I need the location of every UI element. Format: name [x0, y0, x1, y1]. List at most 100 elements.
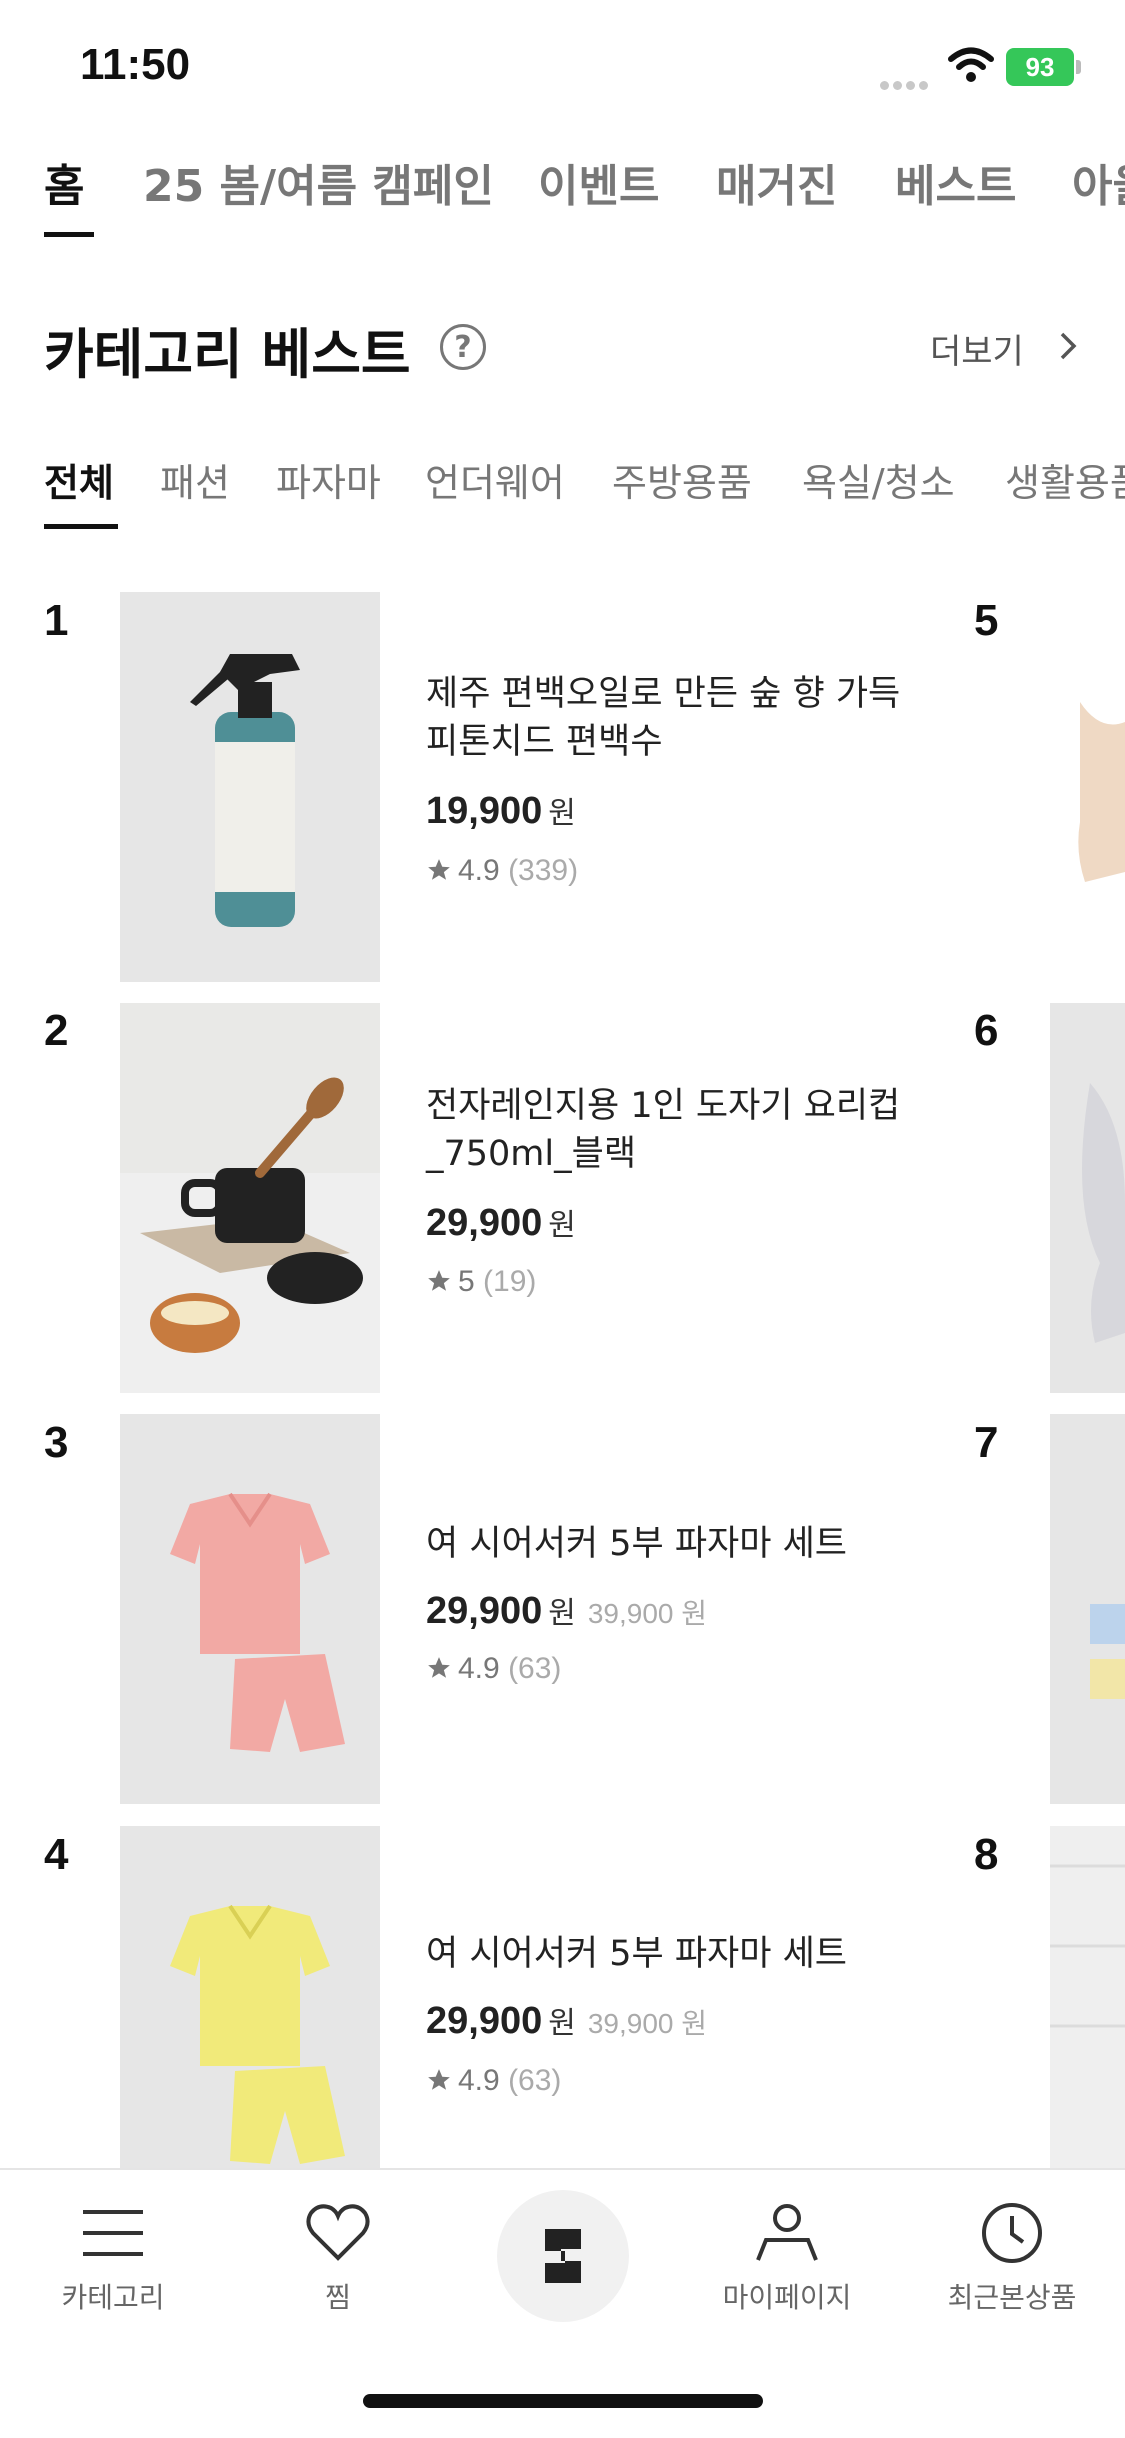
- chevron-right-icon[interactable]: [1054, 326, 1084, 366]
- category-tab-bath[interactable]: 욕실/청소: [802, 452, 955, 507]
- menu-icon: [83, 2210, 143, 2256]
- nav-label: 최근본상품: [947, 2281, 1077, 2314]
- tab-outlet[interactable]: 아울: [1072, 150, 1125, 214]
- price-value: 29,900: [426, 1202, 543, 1244]
- rank-number: 8: [974, 1830, 999, 1879]
- nav-label: 카테고리: [61, 2281, 165, 2314]
- rank-number: 4: [44, 1830, 69, 1879]
- product-price: 29,900 원 39,900 원: [426, 1588, 707, 1633]
- star-icon: [428, 859, 450, 880]
- wifi-icon: [948, 47, 994, 82]
- product-rating: 4.9 (63): [426, 2064, 561, 2098]
- brand-logo-icon: [545, 2229, 581, 2283]
- help-icon[interactable]: ?: [440, 324, 486, 370]
- product-rating: 4.9 (63): [426, 1652, 561, 1686]
- nav-label: 찜: [325, 2281, 351, 2314]
- review-count: (63): [508, 1652, 562, 1685]
- top-tab-bar: 홈 25 봄/여름 캠페인 이벤트 매거진 베스트 아울: [0, 150, 1125, 240]
- tab-campaign[interactable]: 25 봄/여름 캠페인: [143, 150, 494, 214]
- product-thumb-icon: [1078, 702, 1125, 882]
- rating-value: 4.9: [458, 1652, 500, 1685]
- product-image[interactable]: [120, 1003, 380, 1393]
- product-rating: 4.9 (339): [426, 854, 578, 888]
- product-price: 19,900 원: [426, 788, 576, 833]
- review-count: (339): [508, 854, 579, 887]
- status-bar: 11:50 93: [0, 0, 1125, 130]
- category-tab-kitchen[interactable]: 주방용품: [612, 452, 752, 507]
- product-image[interactable]: [1050, 592, 1125, 982]
- product-image[interactable]: [1050, 1826, 1125, 2168]
- tab-best[interactable]: 베스트: [895, 150, 1016, 214]
- status-time: 11:50: [80, 40, 191, 89]
- star-icon: [428, 1657, 450, 1678]
- price-unit: 원: [548, 797, 576, 830]
- rank-number: 5: [974, 596, 999, 645]
- rank-number: 1: [44, 596, 69, 645]
- product-image[interactable]: [120, 1414, 380, 1804]
- nav-home[interactable]: [497, 2190, 629, 2322]
- tab-underline: [44, 232, 94, 237]
- category-tab-all[interactable]: 전체: [44, 452, 114, 507]
- category-tab-underwear[interactable]: 언더웨어: [425, 452, 565, 507]
- price-unit: 원: [548, 2007, 576, 2040]
- product-rating: 5 (19): [426, 1265, 536, 1299]
- rank-number: 2: [44, 1006, 69, 1055]
- product-image[interactable]: [1050, 1414, 1125, 1804]
- original-price: 39,900 원: [587, 1598, 708, 1629]
- product-name[interactable]: 제주 편백오일로 만든 숲 향 가득 피톤치드 편백수: [426, 670, 906, 766]
- category-tab-living[interactable]: 생활용품: [1005, 452, 1125, 507]
- battery-level: 93: [1025, 51, 1055, 82]
- battery-indicator: 93: [1006, 48, 1074, 86]
- rank-number: 7: [974, 1418, 999, 1467]
- original-price: 39,900 원: [587, 2008, 708, 2039]
- review-count: (19): [483, 1265, 537, 1298]
- clock-icon: [982, 2203, 1042, 2263]
- product-price: 29,900 원: [426, 1200, 576, 1245]
- price-value: 29,900: [426, 1590, 543, 1632]
- star-icon: [428, 1270, 450, 1291]
- product-name[interactable]: 여 시어서커 5부 파자마 세트: [426, 1520, 906, 1568]
- nav-wish[interactable]: 찜: [248, 2198, 428, 2316]
- yellow-pajama-icon: [170, 1904, 345, 2164]
- nav-recent[interactable]: 최근본상품: [922, 2198, 1102, 2316]
- nav-category[interactable]: 카테고리: [23, 2198, 203, 2316]
- pink-pajama-icon: [170, 1492, 345, 1752]
- category-underline: [44, 524, 118, 529]
- more-link[interactable]: 더보기: [930, 324, 1024, 373]
- tab-magazine[interactable]: 매거진: [716, 150, 837, 214]
- product-image[interactable]: [120, 592, 380, 982]
- category-tab-fashion[interactable]: 패션: [160, 452, 230, 507]
- product-price: 29,900 원 39,900 원: [426, 1998, 707, 2043]
- product-name[interactable]: 전자레인지용 1인 도자기 요리컵_750ml_블랙: [426, 1082, 906, 1178]
- nav-mypage[interactable]: 마이페이지: [697, 2198, 877, 2316]
- spray-bottle-icon: [190, 654, 300, 927]
- star-icon: [428, 2069, 450, 2090]
- section-title: 카테고리 베스트: [44, 323, 411, 386]
- product-thumb-icon: [1082, 1083, 1125, 1343]
- product-thumb-icon: [1050, 1826, 1125, 2168]
- signal-icon: [880, 75, 936, 90]
- product-name[interactable]: 여 시어서커 5부 파자마 세트: [426, 1930, 906, 1978]
- rating-value: 4.9: [458, 2064, 500, 2097]
- rank-number: 6: [974, 1006, 999, 1055]
- product-image[interactable]: [1050, 1003, 1125, 1393]
- price-value: 19,900: [426, 790, 543, 832]
- product-image[interactable]: [120, 1826, 380, 2168]
- rank-number: 3: [44, 1418, 69, 1467]
- product-thumb-icon: [1090, 1604, 1125, 1699]
- review-count: (63): [508, 2064, 562, 2097]
- heart-icon: [306, 2204, 370, 2261]
- category-tab-pajama[interactable]: 파자마: [276, 452, 381, 507]
- ceramic-cooker-icon: [120, 1003, 380, 1353]
- price-value: 29,900: [426, 2000, 543, 2042]
- nav-label: 마이페이지: [722, 2281, 852, 2314]
- price-unit: 원: [548, 1209, 576, 1242]
- home-indicator: [363, 2394, 763, 2408]
- tab-home[interactable]: 홈: [44, 150, 84, 214]
- tab-event[interactable]: 이벤트: [538, 150, 659, 214]
- battery-cap: [1076, 60, 1081, 74]
- rating-value: 4.9: [458, 854, 500, 887]
- person-icon: [756, 2204, 818, 2261]
- rating-value: 5: [458, 1265, 475, 1298]
- price-unit: 원: [548, 1597, 576, 1630]
